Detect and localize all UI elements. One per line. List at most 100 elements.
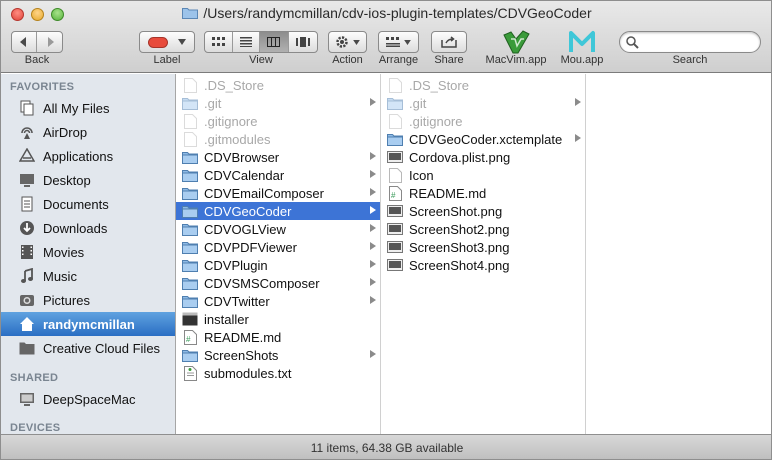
sidebar-item-movies[interactable]: Movies bbox=[1, 240, 175, 264]
file-row[interactable]: Icon bbox=[381, 166, 585, 184]
search-label: Search bbox=[672, 54, 708, 66]
gear-icon bbox=[336, 36, 348, 48]
documents-icon bbox=[18, 195, 36, 213]
list-view-button[interactable] bbox=[233, 32, 261, 52]
file-row[interactable]: .DS_Store bbox=[381, 76, 585, 94]
file-row[interactable]: Cordova.plist.png bbox=[381, 148, 585, 166]
action-button[interactable] bbox=[328, 31, 367, 53]
label-button[interactable] bbox=[139, 31, 195, 53]
computer-icon bbox=[18, 390, 36, 408]
image-file-icon bbox=[387, 150, 403, 164]
sidebar-item-home[interactable]: randymcmillan bbox=[1, 312, 175, 336]
text-file-icon bbox=[182, 365, 198, 381]
sidebar-item-applications[interactable]: Applications bbox=[1, 144, 175, 168]
file-row[interactable]: .gitmodules bbox=[176, 130, 380, 148]
file-row[interactable]: CDVSMSComposer bbox=[176, 274, 380, 292]
sidebar-item-documents[interactable]: Documents bbox=[1, 192, 175, 216]
forward-button[interactable] bbox=[37, 32, 62, 52]
file-name: .gitmodules bbox=[204, 131, 271, 147]
file-row[interactable]: .DS_Store bbox=[176, 76, 380, 94]
file-row[interactable]: CDVCalendar bbox=[176, 166, 380, 184]
file-row[interactable]: # README.md bbox=[176, 328, 380, 346]
sidebar-item-deepspacemac[interactable]: DeepSpaceMac bbox=[1, 387, 175, 411]
sidebar-item-creative-cloud-files[interactable]: Creative Cloud Files bbox=[1, 336, 175, 360]
airdrop-icon bbox=[18, 123, 36, 141]
sidebar-item-airdrop[interactable]: AirDrop bbox=[1, 120, 175, 144]
arrange-label: Arrange bbox=[378, 54, 419, 66]
back-button[interactable] bbox=[12, 32, 38, 52]
file-row[interactable]: .gitignore bbox=[176, 112, 380, 130]
disclosure-arrow-icon bbox=[575, 134, 581, 142]
file-name: .gitignore bbox=[204, 113, 258, 129]
sidebar-item-desktop[interactable]: Desktop bbox=[1, 168, 175, 192]
search-field[interactable] bbox=[619, 31, 761, 53]
search-input[interactable] bbox=[642, 35, 754, 49]
finder-window: /Users/randymcmillan/cdv-ios-plugin-temp… bbox=[0, 0, 772, 460]
sidebar-item-label: Applications bbox=[43, 148, 114, 164]
file-row[interactable]: ScreenShot.png bbox=[381, 202, 585, 220]
back-forward-control bbox=[11, 31, 63, 53]
share-button[interactable] bbox=[431, 31, 467, 53]
file-name: CDVGeoCoder bbox=[204, 203, 292, 219]
file-row[interactable]: CDVOGLView bbox=[176, 220, 380, 238]
folder-icon bbox=[182, 222, 198, 236]
coverflow-view-button[interactable] bbox=[289, 32, 317, 52]
folder-icon bbox=[18, 339, 36, 357]
file-row[interactable]: CDVBrowser bbox=[176, 148, 380, 166]
sidebar-item-downloads[interactable]: Downloads bbox=[1, 216, 175, 240]
file-name: .gitignore bbox=[409, 113, 463, 129]
file-row[interactable]: .gitignore bbox=[381, 112, 585, 130]
markdown-file-icon: # bbox=[387, 185, 403, 201]
file-name: CDVTwitter bbox=[204, 293, 270, 309]
folder-icon bbox=[182, 240, 198, 254]
file-name: README.md bbox=[204, 329, 282, 345]
sidebar-item-label: randymcmillan bbox=[43, 316, 135, 332]
file-row[interactable]: CDVGeoCoder.xctemplate bbox=[381, 130, 585, 148]
image-file-icon bbox=[387, 222, 403, 236]
file-row[interactable]: .git bbox=[381, 94, 585, 112]
file-name: README.md bbox=[409, 185, 487, 201]
file-name: ScreenShot2.png bbox=[409, 221, 510, 237]
disclosure-arrow-icon bbox=[370, 260, 376, 268]
file-row[interactable]: ScreenShot4.png bbox=[381, 256, 585, 274]
list-icon bbox=[239, 37, 252, 47]
disclosure-arrow-icon bbox=[370, 278, 376, 286]
file-row[interactable]: ScreenShots bbox=[176, 346, 380, 364]
sidebar-item-label: All My Files bbox=[43, 100, 110, 116]
file-row[interactable]: .git bbox=[176, 94, 380, 112]
file-name: ScreenShots bbox=[204, 347, 279, 363]
file-row[interactable]: CDVPDFViewer bbox=[176, 238, 380, 256]
file-name: submodules.txt bbox=[204, 365, 292, 381]
chevron-down-icon bbox=[353, 39, 360, 45]
file-row[interactable]: ScreenShot2.png bbox=[381, 220, 585, 238]
folder-icon bbox=[182, 258, 198, 272]
file-row[interactable]: CDVEmailComposer bbox=[176, 184, 380, 202]
file-name: CDVPDFViewer bbox=[204, 239, 297, 255]
icon-view-button[interactable] bbox=[205, 32, 233, 52]
file-row[interactable]: submodules.txt bbox=[176, 364, 380, 382]
disclosure-arrow-icon bbox=[370, 296, 376, 304]
sidebar-item-all-my-files[interactable]: All My Files bbox=[1, 96, 175, 120]
label-color-swatch bbox=[148, 36, 168, 48]
file-row[interactable]: installer bbox=[176, 310, 380, 328]
sidebar-item-music[interactable]: Music bbox=[1, 264, 175, 288]
arrange-button[interactable] bbox=[378, 31, 419, 53]
sidebar-item-pictures[interactable]: Pictures bbox=[1, 288, 175, 312]
file-row[interactable]: ScreenShot3.png bbox=[381, 238, 585, 256]
file-row[interactable]: # README.md bbox=[381, 184, 585, 202]
file-row[interactable]: CDVTwitter bbox=[176, 292, 380, 310]
sidebar-item-label: Pictures bbox=[43, 292, 90, 308]
mou-app-button[interactable] bbox=[567, 29, 597, 55]
chevron-down-icon bbox=[404, 39, 411, 45]
file-row[interactable]: CDVGeoCoder bbox=[176, 202, 380, 220]
share-label: Share bbox=[434, 54, 464, 66]
file-icon bbox=[387, 113, 403, 129]
macvim-app-button[interactable] bbox=[501, 29, 531, 55]
column-view-button[interactable] bbox=[260, 32, 289, 52]
file-name: ScreenShot3.png bbox=[409, 239, 510, 255]
file-icon bbox=[182, 77, 198, 93]
file-row[interactable]: CDVPlugin bbox=[176, 256, 380, 274]
file-name: CDVPlugin bbox=[204, 257, 268, 273]
macvim-icon bbox=[503, 30, 530, 54]
home-icon bbox=[18, 315, 36, 333]
